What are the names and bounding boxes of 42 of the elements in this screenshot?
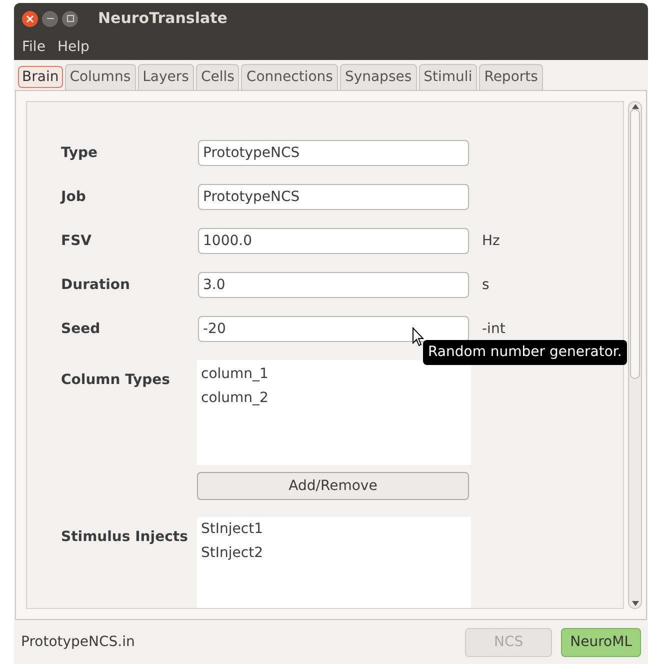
- field-label: FSV: [61, 232, 92, 250]
- tab[interactable]: Layers: [138, 64, 194, 90]
- tab[interactable]: Brain: [18, 66, 63, 88]
- tab[interactable]: Reports: [479, 64, 543, 90]
- maximize-icon[interactable]: [62, 10, 78, 26]
- window-title: NeuroTranslate: [98, 8, 228, 30]
- list-box[interactable]: column_1 column_2: [197, 360, 471, 465]
- field-label: Column Types: [61, 371, 171, 390]
- text-field[interactable]: -20: [198, 316, 469, 342]
- tab[interactable]: Columns: [64, 64, 136, 90]
- unit-label: -int: [482, 320, 506, 338]
- field-label: Job: [61, 188, 87, 206]
- scrollbar[interactable]: [628, 101, 642, 609]
- list-item[interactable]: StInject2: [201, 543, 467, 567]
- close-icon[interactable]: [22, 10, 38, 26]
- unit-label: s: [482, 276, 490, 294]
- list-item[interactable]: column_2: [201, 388, 467, 412]
- cursor-icon: [412, 327, 424, 347]
- tab[interactable]: Stimuli: [418, 64, 478, 90]
- menu-item[interactable]: File: [22, 36, 46, 58]
- status-filename: PrototypeNCS.in: [21, 632, 136, 652]
- text-field[interactable]: PrototypeNCS: [198, 140, 469, 166]
- list-box[interactable]: StInject1 StInject2: [197, 517, 471, 608]
- menu-item[interactable]: Help: [57, 36, 90, 58]
- text-field[interactable]: 1000.0: [198, 228, 469, 254]
- field-label: Stimulus Injects: [61, 528, 189, 547]
- text-field[interactable]: PrototypeNCS: [198, 184, 469, 210]
- field-label: Type: [61, 144, 99, 162]
- tab[interactable]: Cells: [196, 64, 240, 90]
- field-label: Seed: [61, 320, 102, 338]
- tab[interactable]: Synapses: [340, 64, 417, 90]
- list-item[interactable]: StInject1: [201, 519, 467, 543]
- minimize-icon[interactable]: [42, 10, 58, 26]
- tooltip: Random number generator.: [423, 340, 627, 365]
- tab[interactable]: Connections: [241, 64, 338, 90]
- export-button[interactable]: NeuroML: [561, 628, 641, 656]
- field-label: Duration: [61, 276, 132, 294]
- list-item[interactable]: column_1: [201, 364, 467, 388]
- add-remove-button[interactable]: Add/Remove: [197, 472, 469, 500]
- unit-label: Hz: [482, 232, 500, 250]
- text-field[interactable]: 3.0: [198, 272, 469, 298]
- scroll-down-icon[interactable]: [632, 601, 638, 606]
